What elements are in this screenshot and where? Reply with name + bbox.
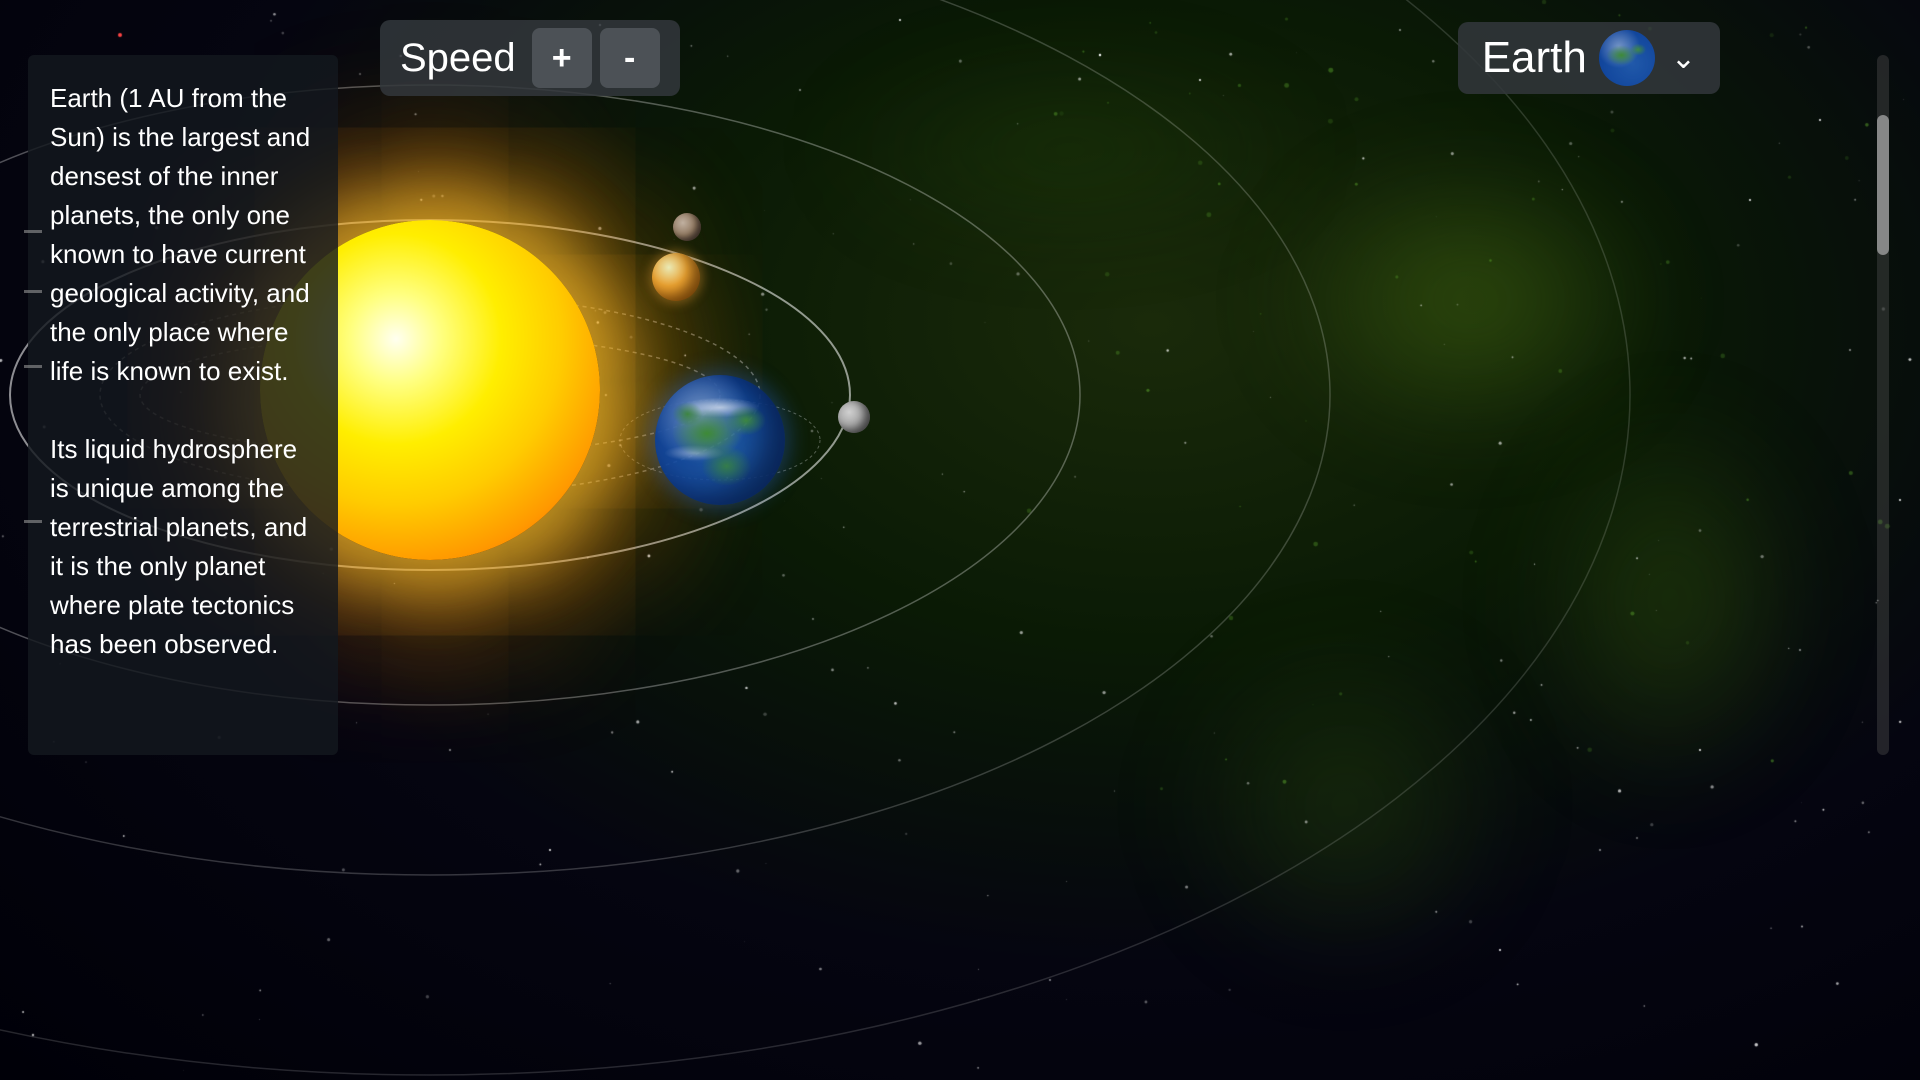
- speed-control: Speed + -: [380, 20, 680, 96]
- moon: [838, 401, 870, 433]
- planet-selector[interactable]: Earth ⌄: [1458, 22, 1720, 94]
- speed-plus-button[interactable]: +: [532, 28, 592, 88]
- scroll-indicator: [24, 230, 42, 233]
- info-panel: Earth (1 AU from the Sun) is the largest…: [28, 55, 338, 755]
- earth-planet: [655, 375, 785, 505]
- mercury: [673, 213, 701, 241]
- scrollbar-track: [1877, 55, 1889, 755]
- info-paragraph-1: Earth (1 AU from the Sun) is the largest…: [50, 79, 316, 391]
- speed-label: Speed: [400, 36, 516, 81]
- header-controls: Speed + - Earth ⌄: [380, 20, 1720, 96]
- scroll-indicator: [24, 365, 42, 368]
- planet-selector-icon: [1599, 30, 1655, 86]
- info-panel-scrollbar[interactable]: [1874, 55, 1892, 755]
- venus: [652, 253, 700, 301]
- info-paragraph-2: Its liquid hydrosphere is unique among t…: [50, 430, 316, 664]
- scroll-indicator: [24, 520, 42, 523]
- speed-minus-button[interactable]: -: [600, 28, 660, 88]
- chevron-down-icon: ⌄: [1671, 41, 1696, 76]
- scroll-indicator: [24, 290, 42, 293]
- planet-selector-label: Earth: [1482, 33, 1587, 83]
- scrollbar-thumb[interactable]: [1877, 115, 1889, 255]
